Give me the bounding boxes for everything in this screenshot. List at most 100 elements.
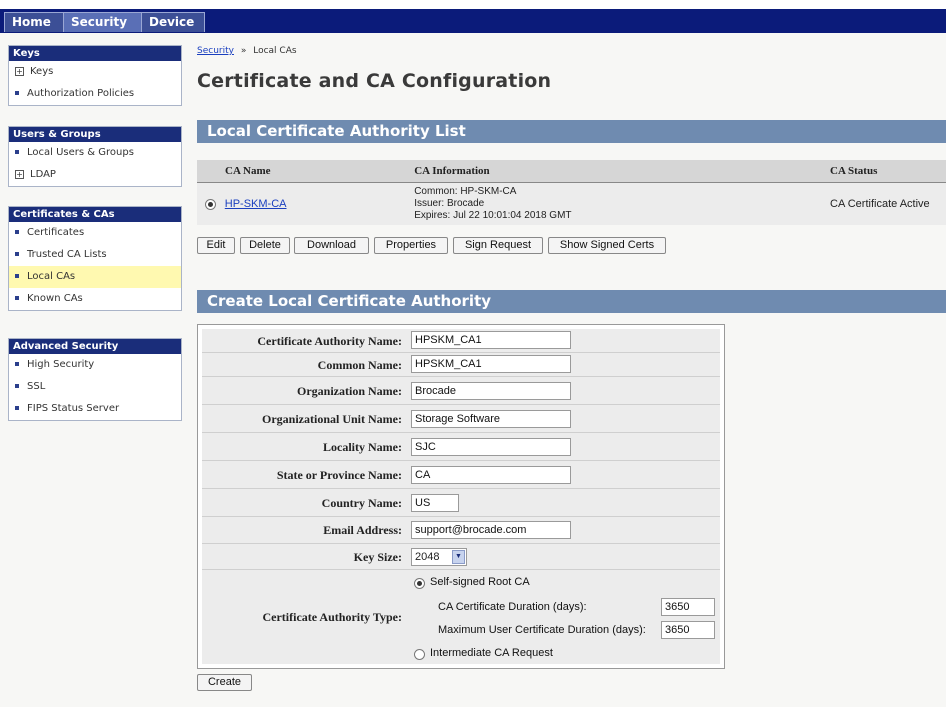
ca-select-radio[interactable] xyxy=(205,198,216,210)
form-row-locality: Locality Name: SJC xyxy=(202,433,720,461)
ca-info-cell: Common: HP-SKM-CA Issuer: Brocade Expire… xyxy=(413,182,829,225)
form-row-org-name: Organization Name: Brocade xyxy=(202,377,720,405)
column-header-ca-information: CA Information xyxy=(413,160,829,183)
tab-home[interactable]: Home xyxy=(4,12,70,32)
locality-input[interactable]: SJC xyxy=(411,438,571,456)
ca-info-expires: Expires: Jul 22 10:01:04 2018 GMT xyxy=(414,209,572,221)
show-signed-certs-button[interactable]: Show Signed Certs xyxy=(548,237,666,254)
column-header-ca-status: CA Status xyxy=(829,160,946,183)
properties-button[interactable]: Properties xyxy=(374,237,448,254)
form-row-state: State or Province Name: CA xyxy=(202,461,720,489)
ca-status-cell: CA Certificate Active xyxy=(829,182,946,225)
form-row-org-unit: Organizational Unit Name: Storage Softwa… xyxy=(202,405,720,433)
ca-name-cell: HP-SKM-CA xyxy=(197,182,414,225)
sidebar-item-authorization-policies[interactable]: Authorization Policies xyxy=(9,83,181,105)
tab-device[interactable]: Device xyxy=(141,12,205,32)
sidebar-item-ssl[interactable]: SSL xyxy=(9,376,181,398)
ca-name-input[interactable]: HPSKM_CA1 xyxy=(411,331,571,349)
sidebar-item-local-users-groups[interactable]: Local Users & Groups xyxy=(9,142,181,164)
sidebar-item-label: High Security xyxy=(27,359,95,370)
ca-type-label: Certificate Authority Type: xyxy=(262,610,402,624)
sidebar-item-label: Trusted CA Lists xyxy=(27,249,107,260)
sidebar-item-high-security[interactable]: High Security xyxy=(9,354,181,376)
country-input[interactable]: US xyxy=(411,494,459,512)
email-input[interactable]: support@brocade.com xyxy=(411,521,571,539)
bullet-icon xyxy=(15,406,19,410)
user-duration-input[interactable]: 3650 xyxy=(661,621,715,639)
org-unit-label: Organizational Unit Name: xyxy=(262,412,402,426)
intermediate-ca-radio[interactable] xyxy=(414,649,425,660)
sidebar-item-label: Certificates xyxy=(27,227,85,238)
self-signed-radio[interactable] xyxy=(414,578,425,589)
form-row-country: Country Name: US xyxy=(202,489,720,517)
state-input[interactable]: CA xyxy=(411,466,571,484)
bullet-icon xyxy=(15,230,19,234)
sidebar-section-keys: Keys + Keys Authorization Policies xyxy=(8,45,182,106)
country-label: Country Name: xyxy=(321,496,402,510)
ca-name-link[interactable]: HP-SKM-CA xyxy=(225,198,287,210)
sidebar-item-label: Authorization Policies xyxy=(27,88,135,99)
table-header-row: CA Name CA Information CA Status xyxy=(197,160,946,183)
sidebar-item-label: Local Users & Groups xyxy=(27,147,134,158)
form-row-ca-name: Certificate Authority Name: HPSKM_CA1 xyxy=(202,329,720,353)
bullet-icon xyxy=(15,384,19,388)
sign-request-button[interactable]: Sign Request xyxy=(453,237,543,254)
locality-label: Locality Name: xyxy=(323,440,402,454)
download-button[interactable]: Download xyxy=(294,237,369,254)
sidebar-item-label: FIPS Status Server xyxy=(27,403,120,414)
self-signed-label: Self-signed Root CA xyxy=(430,576,530,588)
breadcrumb: Security » Local CAs xyxy=(197,46,297,56)
breadcrumb-separator: » xyxy=(240,46,247,56)
sidebar-item-certificates[interactable]: Certificates xyxy=(9,222,181,244)
org-name-label: Organization Name: xyxy=(297,384,402,398)
sidebar-item-fips-status-server[interactable]: FIPS Status Server xyxy=(9,398,181,420)
common-name-label: Common Name: xyxy=(317,358,402,372)
ca-status-text: CA Certificate Active xyxy=(830,197,930,210)
org-unit-input[interactable]: Storage Software xyxy=(411,410,571,428)
sidebar-item-label: LDAP xyxy=(30,169,56,180)
create-button[interactable]: Create xyxy=(197,674,252,691)
form-row-key-size: Key Size: 2048 ▼ xyxy=(202,544,720,570)
edit-button[interactable]: Edit xyxy=(197,237,235,254)
ca-duration-input[interactable]: 3650 xyxy=(661,598,715,616)
sidebar-item-trusted-ca-lists[interactable]: Trusted CA Lists xyxy=(9,244,181,266)
sidebar-item-label: Local CAs xyxy=(27,271,76,282)
sidebar-heading-users-groups: Users & Groups xyxy=(9,127,181,142)
key-size-value: 2048 xyxy=(415,551,440,563)
breadcrumb-link-security[interactable]: Security xyxy=(197,46,234,56)
key-size-label: Key Size: xyxy=(353,550,402,564)
intermediate-ca-label: Intermediate CA Request xyxy=(430,647,553,659)
bullet-icon xyxy=(15,274,19,278)
expand-plus-icon[interactable]: + xyxy=(15,169,24,179)
form-row-email: Email Address: support@brocade.com xyxy=(202,517,720,544)
ca-info-issuer: Issuer: Brocade xyxy=(414,197,485,209)
table-row: HP-SKM-CA Common: HP-SKM-CA Issuer: Broc… xyxy=(197,182,946,225)
sidebar-item-ldap[interactable]: + LDAP xyxy=(9,164,181,186)
state-label: State or Province Name: xyxy=(276,468,402,482)
form-row-ca-type: Certificate Authority Type: Self-signed … xyxy=(202,570,720,664)
org-name-input[interactable]: Brocade xyxy=(411,382,571,400)
sidebar-section-advanced-security: Advanced Security High Security SSL FIPS… xyxy=(8,338,182,421)
bullet-icon xyxy=(15,150,19,154)
form-row-common-name: Common Name: HPSKM_CA1 xyxy=(202,353,720,377)
user-duration-label: Maximum User Certificate Duration (days)… xyxy=(438,624,646,636)
sidebar-item-known-cas[interactable]: Known CAs xyxy=(9,288,181,310)
common-name-input[interactable]: HPSKM_CA1 xyxy=(411,355,571,373)
ca-name-label: Certificate Authority Name: xyxy=(257,334,402,348)
bullet-icon xyxy=(15,362,19,366)
sidebar-section-users-groups: Users & Groups Local Users & Groups + LDA… xyxy=(8,126,182,187)
top-nav-bar: Home Security Device xyxy=(0,0,946,33)
sidebar-item-keys[interactable]: + Keys xyxy=(9,61,181,83)
chevron-down-icon[interactable]: ▼ xyxy=(452,550,465,564)
key-size-select[interactable]: 2048 ▼ xyxy=(411,548,467,566)
delete-button[interactable]: Delete xyxy=(240,237,290,254)
email-label: Email Address: xyxy=(323,523,402,537)
bullet-icon xyxy=(15,91,19,95)
sidebar-heading-certificates: Certificates & CAs xyxy=(9,207,181,222)
bullet-icon xyxy=(15,296,19,300)
tab-security[interactable]: Security xyxy=(63,12,149,32)
sidebar-item-local-cas[interactable]: Local CAs xyxy=(9,266,181,288)
expand-plus-icon[interactable]: + xyxy=(15,66,24,76)
ca-duration-label: CA Certificate Duration (days): xyxy=(438,601,587,613)
sidebar-section-certificates: Certificates & CAs Certificates Trusted … xyxy=(8,206,182,311)
